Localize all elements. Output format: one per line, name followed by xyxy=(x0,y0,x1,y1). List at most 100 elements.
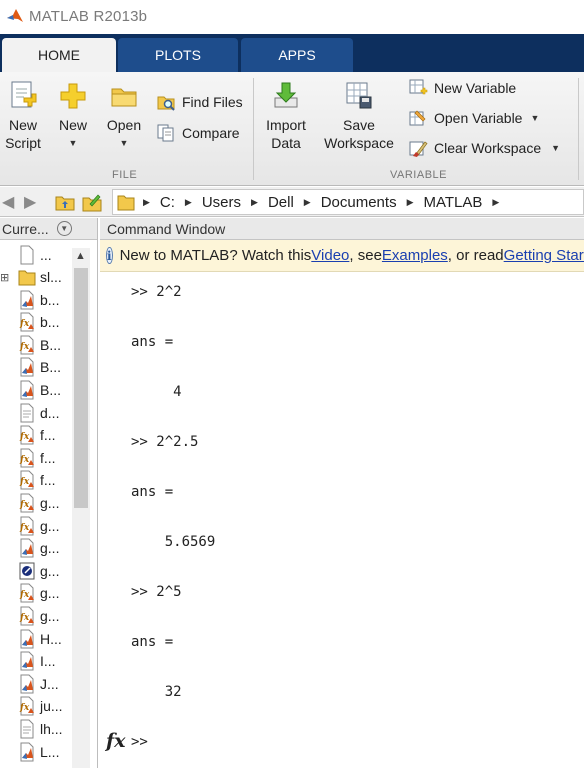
breadcrumb-users[interactable]: Users xyxy=(202,194,241,211)
browse-folder-icon[interactable] xyxy=(82,192,104,212)
variable-section-label: VARIABLE xyxy=(390,169,447,181)
up-folder-icon[interactable] xyxy=(55,193,75,211)
open-button[interactable]: Open ▼ xyxy=(104,80,144,152)
clear-workspace-button[interactable]: Clear Workspace ▼ xyxy=(408,136,560,160)
file-name: f... xyxy=(40,472,56,489)
function-file-icon: fx xyxy=(19,493,34,513)
breadcrumb-arrow-icon: ▶ xyxy=(184,196,192,207)
vertical-scrollbar[interactable]: ▲ xyxy=(72,248,90,768)
forward-arrow-icon[interactable]: ▶ xyxy=(24,192,36,212)
scroll-up-arrow-icon[interactable]: ▲ xyxy=(75,250,86,262)
file-list-item[interactable]: fx f... xyxy=(18,469,56,491)
file-list-item[interactable]: fx g... xyxy=(18,605,59,627)
command-window[interactable]: Command Window i New to MATLAB? Watch th… xyxy=(100,218,584,768)
clear-workspace-label: Clear Workspace xyxy=(434,140,542,156)
open-variable-button[interactable]: Open Variable ▼ xyxy=(408,106,539,130)
new-script-icon xyxy=(11,81,37,108)
ribbon-home: New Script New ▼ Open ▼ Find Files Compa… xyxy=(0,72,584,186)
open-variable-label: Open Variable xyxy=(434,110,523,126)
info-text-1: New to MATLAB? Watch this xyxy=(119,247,312,264)
compare-button[interactable]: Compare xyxy=(156,121,240,145)
file-list-item[interactable]: H... xyxy=(18,628,62,650)
path-field[interactable]: ▶ C: ▶ Users ▶ Dell ▶ Documents ▶ MATLAB… xyxy=(112,189,584,215)
breadcrumb-c-drive[interactable]: C: xyxy=(160,194,175,211)
file-name: g... xyxy=(40,517,60,534)
file-list-item[interactable]: g... xyxy=(18,560,59,582)
import-data-label-1: Import xyxy=(266,117,306,133)
file-list-item[interactable]: fx B... xyxy=(18,334,61,356)
file-list-item[interactable]: L... xyxy=(18,741,59,763)
toolstrip-tabs: HOME PLOTS APPS xyxy=(0,34,584,72)
file-list-item[interactable]: sl... ⊞ xyxy=(0,266,62,288)
back-arrow-icon[interactable]: ◀ xyxy=(2,192,14,212)
new-script-label-2: Script xyxy=(5,135,41,151)
tab-home[interactable]: HOME xyxy=(2,38,116,72)
parent-folder-row[interactable]: ... xyxy=(18,244,52,266)
file-list-item[interactable]: J... xyxy=(18,673,59,695)
file-list-item[interactable]: d... xyxy=(18,402,59,424)
function-file-icon: fx xyxy=(19,448,34,468)
open-dropdown-caret-icon: ▼ xyxy=(119,138,129,148)
info-text-3: , or read xyxy=(447,247,504,264)
plus-icon xyxy=(60,83,86,109)
file-list-item[interactable]: fx f... xyxy=(18,424,56,446)
breadcrumb-arrow-icon: ▶ xyxy=(303,196,311,207)
import-data-button[interactable]: Import Data xyxy=(260,80,312,152)
file-list-item[interactable]: b... xyxy=(18,289,59,311)
file-list-item[interactable]: B... xyxy=(18,379,61,401)
file-list-item[interactable]: fx b... xyxy=(18,311,59,333)
title-bar: MATLAB R2013b xyxy=(0,0,584,32)
function-file-icon: fx xyxy=(19,312,34,332)
new-variable-button[interactable]: New Variable xyxy=(408,76,516,100)
expand-icon[interactable]: ⊞ xyxy=(0,271,9,284)
ribbon-separator xyxy=(253,78,254,180)
find-files-button[interactable]: Find Files xyxy=(156,90,243,114)
file-name: b... xyxy=(40,291,60,308)
new-script-label-1: New xyxy=(8,117,37,133)
file-name: g... xyxy=(40,540,60,557)
file-list-item[interactable]: g... xyxy=(18,537,59,559)
svg-text:fx: fx xyxy=(19,342,30,352)
command-prompt[interactable]: >> xyxy=(131,734,148,750)
file-list-item[interactable]: I... xyxy=(18,650,56,672)
file-name: f... xyxy=(40,449,56,466)
scrollbar-thumb[interactable] xyxy=(74,268,88,508)
getting-started-link[interactable]: Getting Started xyxy=(504,247,584,264)
folder-icon xyxy=(18,270,36,286)
file-list-item[interactable]: fx f... xyxy=(18,447,56,469)
save-workspace-button[interactable]: Save Workspace xyxy=(320,80,398,152)
find-files-label: Find Files xyxy=(182,94,243,110)
video-link[interactable]: Video xyxy=(311,247,349,264)
breadcrumb-documents[interactable]: Documents xyxy=(321,194,397,211)
tab-plots[interactable]: PLOTS xyxy=(118,38,238,72)
output-value: 5.6569 xyxy=(131,534,216,550)
function-file-icon: fx xyxy=(19,583,34,603)
find-files-icon xyxy=(157,96,175,111)
file-list-item[interactable]: fx g... xyxy=(18,492,59,514)
tab-apps[interactable]: APPS xyxy=(241,38,353,72)
clear-workspace-caret-icon: ▼ xyxy=(551,143,561,153)
command-window-header: Command Window xyxy=(100,218,584,240)
file-list-item[interactable]: fx g... xyxy=(18,582,59,604)
svg-text:fx: fx xyxy=(19,703,30,713)
breadcrumb-dell[interactable]: Dell xyxy=(268,194,294,211)
file-list-item[interactable]: B... xyxy=(18,356,61,378)
import-data-icon xyxy=(274,82,298,108)
new-script-button[interactable]: New Script xyxy=(2,80,44,152)
panel-menu-icon[interactable]: ▼ xyxy=(56,221,72,236)
file-list-item[interactable]: fx ju... xyxy=(18,695,63,717)
file-name: g... xyxy=(40,585,60,602)
file-section-label: FILE xyxy=(112,169,138,181)
file-list-item[interactable]: lh... xyxy=(18,718,63,740)
new-button[interactable]: New ▼ xyxy=(54,80,92,152)
file-name: b... xyxy=(40,314,60,331)
function-browser-icon[interactable]: fx xyxy=(106,730,126,752)
open-label: Open xyxy=(106,117,142,133)
breadcrumb-matlab[interactable]: MATLAB xyxy=(424,194,483,211)
function-file-icon: fx xyxy=(19,335,34,355)
file-list-item[interactable]: fx g... xyxy=(18,515,59,537)
examples-link[interactable]: Examples xyxy=(382,247,448,264)
text-file-icon xyxy=(20,719,34,739)
file-name: B... xyxy=(40,359,62,376)
svg-text:fx: fx xyxy=(19,523,30,533)
